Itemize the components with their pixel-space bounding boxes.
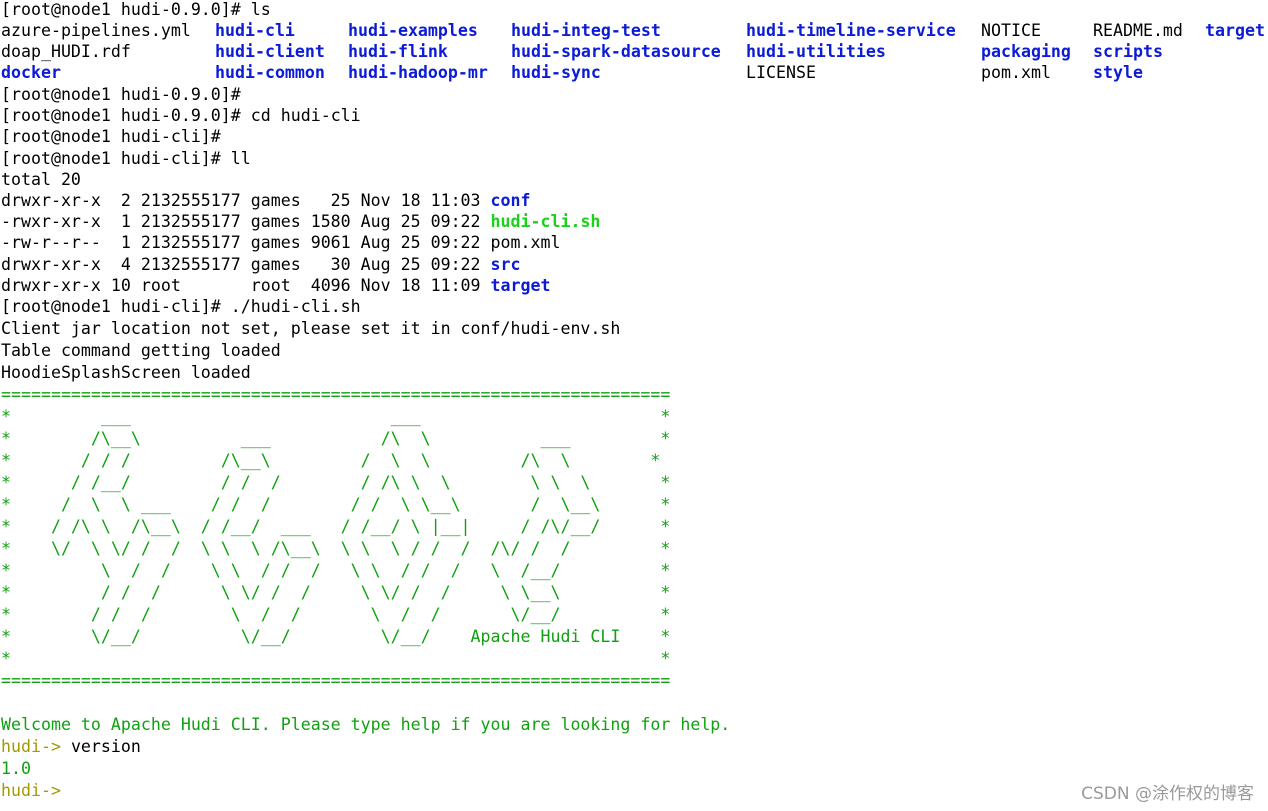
banner-line: * \/__/ \/__/ \/__/ Apache Hudi CLI *	[1, 627, 671, 646]
ll-row: -rwxr-xr-x 1 2132555177 games 1580 Aug 2…	[1, 211, 600, 232]
banner-line: * / / / \ \/ / / \ \/ / / \ \__\ *	[1, 583, 671, 602]
banner-line: * / \ \ ___ / / / / / \ \__\ / \__\ *	[1, 495, 671, 514]
file-permissions-meta: -rwxr-xr-x 1 2132555177 games 1580 Aug 2…	[1, 212, 491, 231]
ls-directory-entry: packaging	[981, 42, 1071, 61]
command-text: ls	[240, 0, 271, 19]
ls-directory-entry: hudi-sync	[511, 63, 601, 82]
ls-directory-entry: hudi-hadoop-mr	[348, 63, 488, 82]
terminal-line[interactable]: hudi->	[1, 780, 61, 801]
file-name: src	[490, 255, 521, 274]
ls-directory-entry: hudi-utilities	[746, 42, 886, 61]
ls-directory-entry: hudi-examples	[348, 21, 478, 40]
terminal-line: hudi-> version	[1, 736, 141, 757]
file-name: conf	[490, 191, 531, 210]
ls-file-entry: NOTICE	[981, 21, 1041, 40]
command-text: ./hudi-cli.sh	[220, 297, 361, 316]
banner-line: * / /\ \ /\__\ / /__/ ___ / /__/ \ |__| …	[1, 517, 671, 536]
file-permissions-meta: drwxr-xr-x 10 root root 4096 Nov 18 11:0…	[1, 276, 491, 295]
banner-line: ========================================…	[1, 671, 671, 690]
ls-directory-entry: docker	[1, 63, 61, 82]
banner-line: ========================================…	[1, 385, 671, 404]
hudi-prompt: hudi->	[1, 737, 61, 756]
ls-directory-entry: scripts	[1093, 42, 1163, 61]
ls-file-entry: pom.xml	[981, 63, 1051, 82]
file-name: hudi-cli.sh	[490, 212, 601, 231]
ll-row: drwxr-xr-x 2 2132555177 games 25 Nov 18 …	[1, 190, 531, 211]
terminal-line: [root@node1 hudi-0.9.0]# cd hudi-cli	[1, 105, 361, 126]
ls-file-entry: doap_HUDI.rdf	[1, 42, 131, 61]
ls-directory-entry: hudi-common	[215, 63, 325, 82]
ll-row: -rw-r--r-- 1 2132555177 games 9061 Aug 2…	[1, 232, 560, 253]
log-message: HoodieSplashScreen loaded	[1, 363, 251, 382]
ls-directory-entry: style	[1093, 63, 1143, 82]
file-permissions-meta: drwxr-xr-x 4 2132555177 games 30 Aug 25 …	[1, 255, 491, 274]
shell-prompt: [root@node1 hudi-0.9.0]#	[1, 0, 241, 19]
banner-line: * / / / \ / / \ / / \/__/ *	[1, 605, 671, 624]
command-text: version	[60, 737, 141, 756]
terminal-window[interactable]: [root@node1 hudi-0.9.0]# ls azure-pipeli…	[0, 0, 1268, 811]
ls-file-entry: LICENSE	[746, 63, 816, 82]
shell-prompt: [root@node1 hudi-0.9.0]#	[1, 85, 241, 104]
banner-line: * \ / / \ \ / / / \ \ / / / \ /__/ *	[1, 561, 671, 580]
log-message: Client jar location not set, please set …	[1, 319, 621, 338]
log-message: Table command getting loaded	[1, 341, 281, 360]
banner-line: * / / / /\__\ / \ \ /\ \ *	[1, 451, 661, 470]
shell-prompt: [root@node1 hudi-cli]#	[1, 127, 221, 146]
file-name: target	[490, 276, 551, 295]
shell-prompt: [root@node1 hudi-cli]#	[1, 149, 221, 168]
banner-line: * / /__/ / / / / /\ \ \ \ \ \ *	[1, 473, 671, 492]
ll-row: drwxr-xr-x 10 root root 4096 Nov 18 11:0…	[1, 275, 550, 296]
welcome-message: Welcome to Apache Hudi CLI. Please type …	[1, 715, 731, 734]
ls-directory-entry: hudi-flink	[348, 42, 448, 61]
version-output: 1.0	[1, 759, 31, 778]
terminal-line: [root@node1 hudi-0.9.0]# ls	[1, 0, 271, 20]
ls-file-entry: azure-pipelines.yml	[1, 21, 191, 40]
shell-prompt: [root@node1 hudi-0.9.0]#	[1, 106, 241, 125]
hudi-prompt: hudi->	[1, 781, 61, 800]
banner-line: * ___ ___ *	[1, 407, 671, 426]
ls-directory-entry: hudi-integ-test	[511, 21, 661, 40]
banner-line: * *	[1, 649, 671, 668]
terminal-line: [root@node1 hudi-cli]#	[1, 126, 221, 147]
file-name: pom.xml	[490, 233, 561, 252]
ll-total: total 20	[1, 170, 81, 189]
file-permissions-meta: -rw-r--r-- 1 2132555177 games 9061 Aug 2…	[1, 233, 491, 252]
command-text: cd hudi-cli	[240, 106, 361, 125]
file-permissions-meta: drwxr-xr-x 2 2132555177 games 25 Nov 18 …	[1, 191, 491, 210]
banner-line: * /\__\ ___ /\ \ ___ *	[1, 429, 671, 448]
terminal-line: [root@node1 hudi-0.9.0]#	[1, 84, 241, 105]
watermark: CSDN @涂作权的博客	[1081, 783, 1254, 804]
terminal-line: [root@node1 hudi-cli]# ./hudi-cli.sh	[1, 296, 361, 317]
ll-row: drwxr-xr-x 4 2132555177 games 30 Aug 25 …	[1, 254, 521, 275]
command-text: ll	[220, 149, 251, 168]
ls-directory-entry: hudi-timeline-service	[746, 21, 956, 40]
ls-directory-entry: hudi-spark-datasource	[511, 42, 721, 61]
shell-prompt: [root@node1 hudi-cli]#	[1, 297, 221, 316]
ls-directory-entry: hudi-cli	[215, 21, 295, 40]
banner-line: * \/ \ \/ / / \ \ \ /\__\ \ \ \ / / / /\…	[1, 539, 671, 558]
ls-directory-entry: hudi-client	[215, 42, 325, 61]
ls-file-entry: README.md	[1093, 21, 1183, 40]
terminal-line: [root@node1 hudi-cli]# ll	[1, 148, 251, 169]
ls-directory-entry: target	[1205, 21, 1265, 40]
terminal-line: total 20	[1, 169, 81, 190]
